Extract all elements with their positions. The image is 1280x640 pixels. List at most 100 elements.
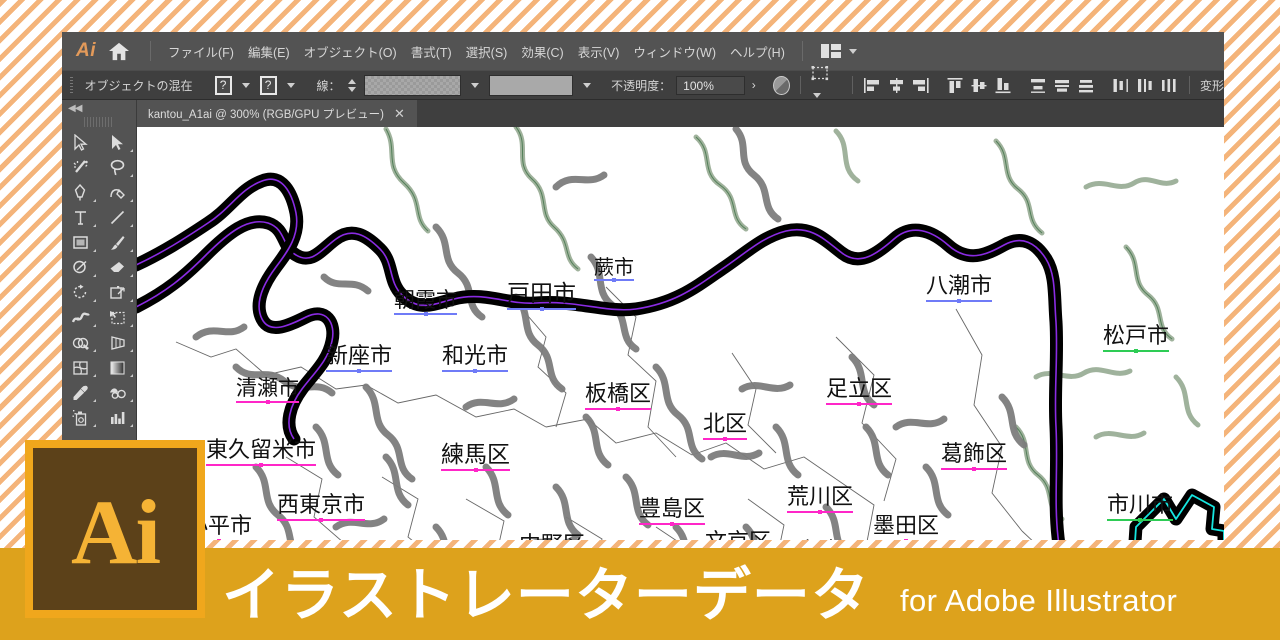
menu-help[interactable]: ヘルプ(H)	[723, 39, 792, 64]
scale-tool[interactable]	[99, 280, 136, 305]
map-label-baseline	[206, 462, 317, 467]
document-canvas[interactable]: 朝霞市戸田市蕨市八潮市松戸市新座市和光市板橋区足立区鎌ケ谷市清瀬市北区葛飾区東久…	[136, 127, 1224, 540]
rectangle-tool[interactable]	[62, 230, 99, 255]
map-artwork	[136, 127, 1224, 540]
menu-separator-2	[801, 41, 803, 61]
eyedropper-tool[interactable]	[62, 380, 99, 405]
opacity-options-button[interactable]: ›	[752, 78, 756, 92]
stroke-weight-dropdown[interactable]	[466, 75, 484, 95]
map-label-anchor-point	[319, 517, 323, 522]
shape-builder-tool[interactable]	[62, 330, 99, 355]
rotate-tool[interactable]	[62, 280, 99, 305]
stroke-weight-stepper[interactable]	[347, 78, 356, 92]
map-label[interactable]: 文京区	[705, 532, 771, 541]
graphic-style-icon[interactable]	[772, 75, 790, 95]
pen-tool[interactable]	[62, 180, 99, 205]
blend-tool[interactable]	[99, 380, 136, 405]
free-transform-tool[interactable]	[99, 305, 136, 330]
align-right-icon[interactable]	[911, 77, 930, 94]
mesh-tool[interactable]	[62, 355, 99, 380]
map-label[interactable]: 新座市	[326, 346, 393, 373]
align-top-icon[interactable]	[946, 77, 965, 94]
map-label-anchor-point	[972, 466, 976, 471]
menu-view[interactable]: 表示(V)	[571, 39, 627, 64]
map-label[interactable]: 東久留米市	[206, 440, 317, 467]
symbol-sprayer-tool[interactable]	[62, 405, 99, 430]
align-left-icon[interactable]	[863, 77, 882, 94]
type-tool[interactable]	[62, 205, 99, 230]
map-label[interactable]: 豊島区	[639, 499, 706, 526]
shaper-tool[interactable]	[62, 255, 99, 280]
map-label[interactable]: 松戸市	[1103, 326, 1170, 353]
distribute-horizontal-center-icon[interactable]	[1136, 77, 1155, 94]
direct-selection-tool[interactable]	[99, 130, 136, 155]
line-segment-tool[interactable]	[99, 205, 136, 230]
map-label[interactable]: 蕨市	[594, 257, 634, 282]
tools-panel-grip[interactable]	[84, 117, 114, 127]
map-label[interactable]: 足立区	[826, 379, 893, 406]
menu-effect[interactable]: 効果(C)	[514, 39, 570, 64]
width-tool[interactable]	[62, 305, 99, 330]
map-label-baseline	[594, 277, 634, 282]
double-chevron-left-icon[interactable]: ◀◀	[68, 103, 82, 114]
stroke-weight-field[interactable]	[363, 74, 461, 96]
distribute-top-icon[interactable]	[1029, 77, 1048, 94]
close-icon[interactable]: ✕	[394, 107, 405, 120]
arrange-documents-icon[interactable]	[820, 44, 857, 58]
home-icon[interactable]	[108, 41, 130, 61]
menu-type[interactable]: 書式(T)	[404, 39, 459, 64]
align-vertical-center-icon[interactable]	[970, 77, 989, 94]
control-bar-grip[interactable]	[70, 77, 74, 93]
stroke-profile-dropdown[interactable]	[578, 75, 596, 95]
map-label[interactable]: 朝霞市	[394, 290, 457, 316]
selection-tool[interactable]	[62, 130, 99, 155]
map-label[interactable]: 市川市	[1107, 495, 1174, 522]
tools-panel-header[interactable]: ◀◀	[62, 100, 136, 117]
menu-edit[interactable]: 編集(E)	[241, 39, 297, 64]
map-label[interactable]: 北区	[703, 414, 748, 441]
menu-window[interactable]: ウィンドウ(W)	[626, 39, 723, 64]
map-label[interactable]: 和光市	[442, 346, 509, 373]
distribute-bottom-icon[interactable]	[1077, 77, 1096, 94]
paintbrush-tool[interactable]	[99, 230, 136, 255]
map-label-text: 八潮市	[926, 274, 993, 299]
document-tab[interactable]: kantou_A1ai @ 300% (RGB/GPU プレビュー) ✕	[136, 100, 417, 127]
stroke-profile-field[interactable]	[488, 74, 573, 96]
distribute-vertical-center-icon[interactable]	[1053, 77, 1072, 94]
perspective-grid-tool[interactable]	[99, 330, 136, 355]
align-horizontal-center-icon[interactable]	[887, 77, 906, 94]
menu-select[interactable]: 選択(S)	[459, 39, 515, 64]
fill-swatch[interactable]: ?	[214, 75, 232, 95]
chevron-down-icon[interactable]	[848, 48, 857, 54]
gradient-tool[interactable]	[99, 355, 136, 380]
curvature-tool[interactable]	[99, 180, 136, 205]
opacity-input[interactable]: 100%	[676, 75, 745, 95]
map-label-baseline	[787, 509, 854, 514]
map-label[interactable]: 墨田区	[873, 516, 939, 540]
lasso-tool[interactable]	[99, 155, 136, 180]
distribute-left-icon[interactable]	[1112, 77, 1131, 94]
menu-file[interactable]: ファイル(F)	[161, 39, 241, 64]
stroke-swatch-dropdown[interactable]	[282, 75, 300, 95]
menu-object[interactable]: オブジェクト(O)	[297, 39, 404, 64]
map-label[interactable]: 戸田市	[507, 283, 576, 311]
transform-button[interactable]: 変形	[1200, 77, 1224, 94]
map-label[interactable]: 板橋区	[585, 384, 652, 411]
map-label[interactable]: 中野区	[519, 535, 585, 541]
distribute-spacing-icon[interactable]	[811, 65, 843, 105]
map-label[interactable]: 荒川区	[787, 487, 854, 514]
distribute-right-icon[interactable]	[1160, 77, 1179, 94]
eraser-tool[interactable]	[99, 255, 136, 280]
stroke-swatch[interactable]: ?	[259, 75, 277, 95]
map-label[interactable]: 葛飾区	[941, 444, 1008, 471]
column-graph-tool[interactable]	[99, 405, 136, 430]
map-label-baseline	[826, 401, 893, 406]
map-label[interactable]: 練馬区	[441, 444, 510, 472]
map-label[interactable]: 西東京市	[277, 495, 366, 522]
magic-wand-tool[interactable]	[62, 155, 99, 180]
fill-swatch-dropdown[interactable]	[237, 75, 255, 95]
align-bottom-icon[interactable]	[994, 77, 1013, 94]
document-tab-title: kantou_A1ai @ 300% (RGB/GPU プレビュー)	[148, 108, 385, 121]
map-label[interactable]: 八潮市	[926, 274, 993, 303]
map-label[interactable]: 清瀬市	[236, 378, 299, 404]
